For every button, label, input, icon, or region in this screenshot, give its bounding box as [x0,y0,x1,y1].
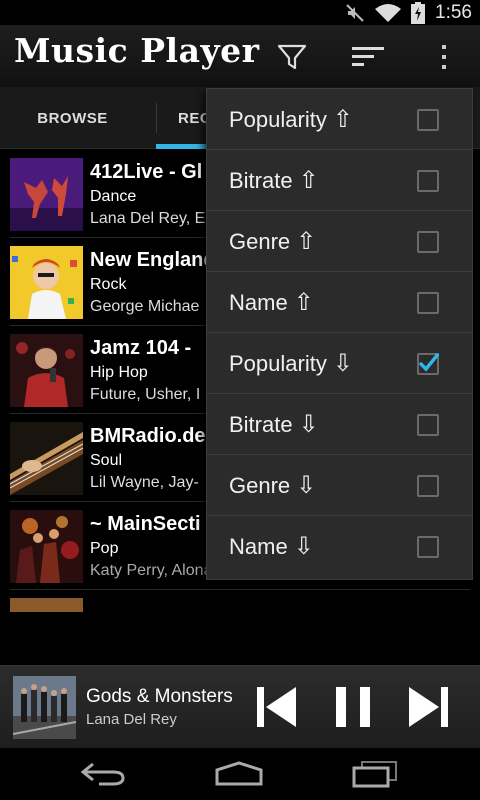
wifi-icon [375,4,402,22]
action-bar: Music Player [0,25,480,87]
station-artwork [10,510,83,583]
station-name: New England [90,249,216,271]
arrow-up-icon: ⇧ [293,288,314,316]
sort-option[interactable]: Popularity ⇧ [207,89,472,150]
sort-option-label: Bitrate [229,412,293,437]
checkbox-checked-icon[interactable] [417,353,439,375]
clock: 1:56 [435,2,472,23]
arrow-down-icon: ⇩ [298,410,319,438]
filter-icon [277,44,307,70]
sort-option-checkbox[interactable] [417,414,439,436]
arrow-down-icon: ⇩ [296,471,317,499]
station-artwork [10,334,83,407]
station-artists: Lil Wayne, Jay- [90,474,199,491]
station-artwork [10,422,83,495]
sort-option-label: Genre [229,473,291,498]
sort-option-checkbox[interactable] [417,475,439,497]
recent-apps-icon [352,761,397,788]
now-playing-artist: Lana Del Rey [86,711,177,728]
station-artwork [10,158,83,231]
sort-option[interactable]: Bitrate ⇩ [207,394,472,455]
sort-option-checkbox[interactable] [417,170,439,192]
now-playing-artwork [13,676,76,739]
station-genre: Pop [90,540,119,557]
station-genre: Soul [90,452,123,469]
station-genre: Hip Hop [90,364,148,381]
sort-menu: Popularity ⇧ Bitrate ⇧ Genre ⇧ Name ⇧ Popula… [206,88,473,580]
mute-icon [346,4,364,22]
arrow-down-icon: ⇩ [293,532,314,560]
sort-option-label: Name [229,534,288,559]
pause-icon[interactable] [328,682,378,732]
sort-icon [352,47,384,66]
station-artists: George Michae [90,298,200,315]
system-nav-bar [0,748,480,800]
arrow-down-icon: ⇩ [332,349,353,377]
station-name: 412Live - Gl [90,161,203,183]
station-artists: Future, Usher, I [90,386,201,403]
station-genre: Dance [90,188,137,205]
sort-option[interactable]: Popularity ⇩ [207,333,472,394]
previous-icon[interactable] [252,682,302,732]
station-name: BMRadio.de [90,425,206,447]
station-artwork [10,246,83,319]
status-bar: 1:56 [0,0,480,25]
home-button[interactable] [209,756,269,792]
sort-option[interactable]: Name ⇩ [207,516,472,577]
arrow-up-icon: ⇧ [296,227,317,255]
sort-option-label: Bitrate [229,168,293,193]
battery-charging-icon [411,2,426,24]
overflow-menu-icon [442,45,446,69]
sort-option-checkbox[interactable] [417,109,439,131]
sort-option-label: Genre [229,229,291,254]
station-name: Jamz 104 - [90,337,192,359]
station-item-partial[interactable] [0,590,480,612]
sort-option-checkbox[interactable] [417,536,439,558]
sort-option-label: Popularity [229,351,327,376]
home-icon [215,761,263,786]
filter-button[interactable] [272,37,312,77]
sort-option-label: Name [229,290,288,315]
station-name: ~ MainSecti [90,513,201,535]
tab-selected-indicator [156,144,210,149]
back-icon [80,762,125,786]
arrow-up-icon: ⇧ [332,105,353,133]
sort-option[interactable]: Genre ⇩ [207,455,472,516]
station-genre: Rock [90,276,127,293]
overflow-menu-button[interactable] [424,37,464,77]
back-button[interactable] [73,756,133,792]
sort-option[interactable]: Genre ⇧ [207,211,472,272]
arrow-up-icon: ⇧ [298,166,319,194]
app-title: Music Player [14,31,260,70]
recent-apps-button[interactable] [345,756,405,792]
now-playing-title: Gods & Monsters [86,686,233,707]
sort-option[interactable]: Bitrate ⇧ [207,150,472,211]
sort-option-checkbox[interactable] [417,292,439,314]
station-artists: Lana Del Rey, E [90,210,206,227]
sort-option-checkbox[interactable] [417,231,439,253]
sort-option[interactable]: Name ⇧ [207,272,472,333]
status-icons: 1:56 [345,2,472,24]
now-playing-bar[interactable]: Gods & Monsters Lana Del Rey [0,665,480,748]
sort-button[interactable] [348,37,388,77]
next-icon[interactable] [403,682,453,732]
tab-browse[interactable]: BROWSE [0,87,145,149]
sort-option-label: Popularity [229,107,327,132]
station-artwork [10,598,83,612]
